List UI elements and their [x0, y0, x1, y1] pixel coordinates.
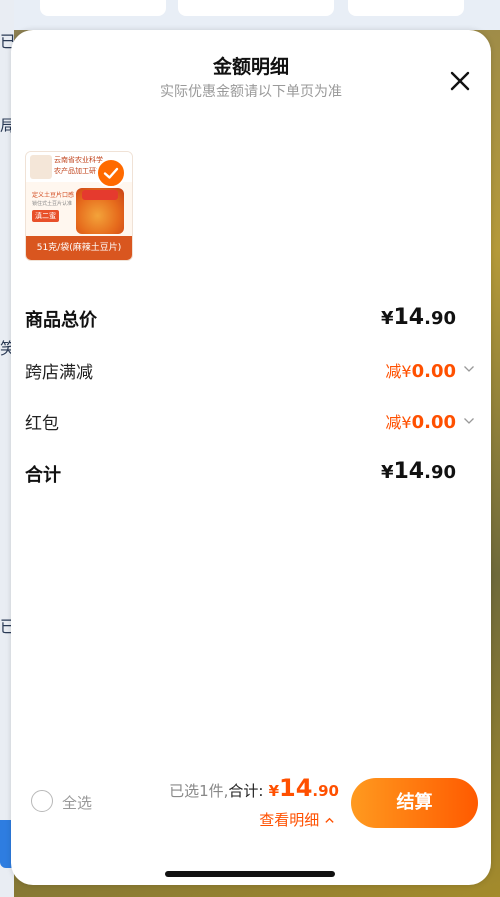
price-integer: 14 [393, 459, 425, 484]
chevron-down-icon[interactable] [463, 363, 475, 375]
view-detail-label: 查看明细 [259, 811, 320, 829]
cross-store-discount-label: 跨店满减 [25, 363, 93, 383]
price-decimal: .90 [312, 782, 339, 800]
price-integer: 14 [393, 305, 425, 330]
product-spec-badge: 51克/袋(麻辣土豆片) [26, 236, 132, 260]
currency-symbol: ¥ [380, 308, 394, 329]
price-integer: 14 [279, 774, 313, 802]
selected-check[interactable] [96, 158, 126, 188]
currency-symbol: ¥ [380, 462, 394, 483]
product-brand: 滇二蜜 [32, 210, 59, 222]
chevron-up-icon [325, 817, 334, 823]
discount-prefix: 减 [385, 413, 402, 432]
close-icon [450, 71, 470, 91]
select-all-radio[interactable] [31, 790, 53, 812]
sheet-title: 金额明细 [212, 56, 289, 78]
amount-detail-sheet: 金额明细 实际优惠金额请以下单页为准 云南省农业科学 农产品加工研究 定义土豆片… [11, 30, 491, 885]
brand-logo [30, 155, 52, 179]
check-icon [103, 167, 119, 179]
selection-summary: 已选1件,合计: ¥14.90 [169, 774, 339, 802]
background-chip [178, 0, 334, 16]
product-promo-sub: 锁住式土豆片认准 [32, 201, 73, 207]
product-bag-image [76, 188, 124, 234]
selected-count: 已选1件, [169, 782, 229, 800]
discount-prefix: 减 [385, 362, 402, 381]
red-packet-label: 红包 [25, 414, 59, 434]
currency-symbol: ¥ [401, 413, 412, 432]
view-detail-link[interactable]: 查看明细 [259, 809, 335, 830]
red-packet-value: 减¥0.00 [385, 409, 456, 433]
currency-symbol: ¥ [268, 782, 280, 800]
goods-total-label: 商品总价 [25, 310, 97, 331]
background-header-strip [0, 0, 500, 30]
product-image: 定义土豆片口感 锁住式土豆片认准 滇二蜜 [26, 182, 132, 236]
checkout-button[interactable]: 结算 [351, 778, 478, 828]
chevron-down-icon[interactable] [463, 415, 475, 427]
total-price: ¥14.90 [381, 459, 456, 484]
background-chip [40, 0, 166, 16]
footer-total-price: ¥14.90 [268, 774, 339, 802]
goods-total-price: ¥14.90 [381, 305, 456, 330]
discount-amount: 0.00 [411, 361, 456, 382]
select-all-label[interactable]: 全选 [62, 792, 92, 813]
product-promo-text: 定义土豆片口感 [32, 192, 75, 199]
discount-amount: 0.00 [411, 412, 456, 433]
footer-total-label: 合计: [228, 782, 264, 800]
price-decimal: .90 [424, 308, 456, 329]
home-indicator [165, 871, 335, 877]
price-decimal: .90 [424, 462, 456, 483]
currency-symbol: ¥ [401, 362, 412, 381]
background-chip [348, 0, 464, 16]
sheet-subtitle: 实际优惠金额请以下单页为准 [160, 84, 342, 100]
total-label: 合计 [25, 465, 61, 486]
cross-store-discount-value: 减¥0.00 [385, 358, 456, 382]
close-button[interactable] [445, 66, 475, 96]
